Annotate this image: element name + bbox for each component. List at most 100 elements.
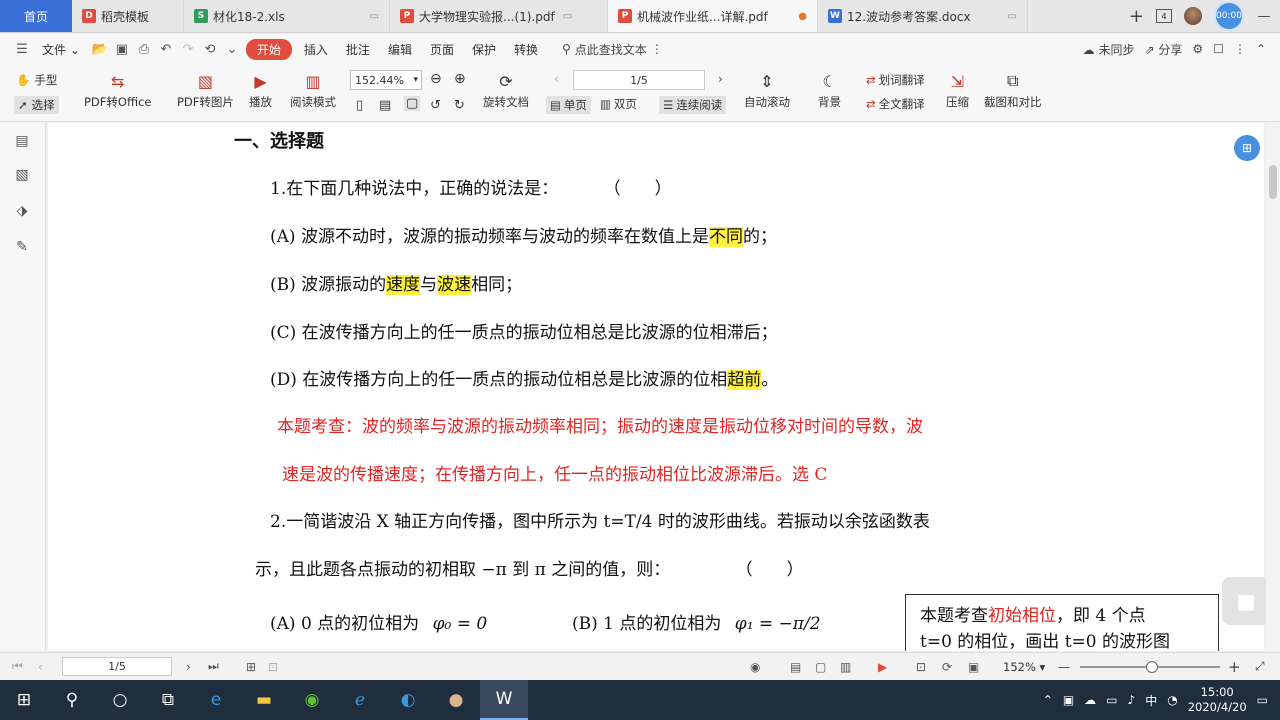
battery-icon[interactable]: ▭ [1106,693,1117,707]
convert-icon[interactable]: ⟲ [202,42,218,57]
settings-icon[interactable]: ⚙ [1192,42,1203,56]
annotation-icon[interactable]: ✎ [13,239,31,255]
next-page-icon[interactable]: › [186,660,191,674]
prev-page-icon[interactable]: ‹ [554,72,559,86]
book-view-icon[interactable]: ▥ [840,660,851,674]
insert-page-icon[interactable]: ⊡ [268,660,278,674]
ime-mode-icon[interactable]: ◔ [1167,693,1177,707]
redo-icon[interactable]: ↷ [180,42,196,57]
rotate-icon[interactable]: ⟳ [942,660,952,674]
avatar[interactable] [1184,7,1202,25]
play-button[interactable]: ▶ 播放 [249,70,272,110]
single-view-icon[interactable]: ▤ [790,660,801,674]
zoom-in-icon[interactable]: ⊕ [454,71,466,87]
next-page-icon[interactable]: › [718,72,723,86]
zoom-slider-knob[interactable] [1146,661,1158,673]
zoom-out-icon[interactable]: — [1058,660,1070,674]
read-mode-button[interactable]: ▥ 阅读模式 [290,70,336,110]
window-layout-icon[interactable]: 4 [1156,9,1172,23]
volume-icon[interactable]: ♪ [1128,693,1136,707]
screenshot-compare-button[interactable]: ⧉ 截图和对比 [984,70,1042,110]
save-icon[interactable]: ▣ [114,42,130,57]
tab-pdf-lab[interactable]: P 大学物理实验报...(1).pdf ▭ [390,0,608,32]
zoom-input[interactable]: 152.44% ▾ [350,70,422,90]
minimize-icon[interactable]: — [1256,9,1272,24]
fit-width-icon[interactable]: ▤ [379,98,391,113]
file-explorer-icon[interactable]: ▬ [240,680,288,720]
compress-button[interactable]: ⇲ 压缩 [946,70,969,110]
page-indicator[interactable]: 1/5 [573,70,705,90]
fit-page-icon[interactable]: ▯ [356,98,363,113]
full-translate-button[interactable]: ⇄ 全文翻译 [866,96,925,112]
pdf-to-office-button[interactable]: ⇆ PDF转Office [84,70,151,110]
collapse-icon[interactable]: ⌃ [1256,42,1266,56]
floating-tool-icon[interactable]: ⊞ [1234,135,1260,161]
new-tab-icon[interactable]: + [1129,6,1144,27]
floating-assistant-icon[interactable]: ◼ [1222,577,1270,625]
double-view-icon[interactable]: ▢ [815,660,826,674]
add-page-icon[interactable]: ⊞ [246,660,256,674]
hamburger-icon[interactable]: ☰ [14,42,30,57]
auto-scroll-button[interactable]: ⇕ 自动滚动 [744,70,790,110]
clock-badge[interactable]: 00:00 [1214,1,1244,31]
open-folder-icon[interactable]: 📂 [92,42,108,57]
menu-item-page[interactable]: 页面 [424,39,460,60]
zoom-in-icon[interactable]: + [1228,658,1241,676]
sync-button[interactable]: ☁ 未同步 [1083,41,1135,58]
rotate-right-icon[interactable]: ↻ [454,98,465,113]
menu-item-convert[interactable]: 转换 [508,39,544,60]
vertical-scrollbar[interactable] [1266,123,1280,651]
last-page-icon[interactable]: ⏭ [208,659,219,674]
fullscreen-icon[interactable]: ⤢ [1255,659,1265,674]
edge-icon[interactable]: e [192,680,240,720]
background-button[interactable]: ☾ 背景 [818,70,841,110]
pdf-to-image-button[interactable]: ▧ PDF转图片 [177,70,234,110]
single-page-button[interactable]: ▤ 单页 [546,96,591,114]
bookmark-icon[interactable]: ⬗ [13,203,31,219]
more-icon[interactable]: ⋮ [1234,42,1246,56]
taskbar-clock[interactable]: 15:00 2020/4/20 [1188,685,1247,715]
ime-indicator[interactable]: 中 [1145,692,1157,709]
double-page-button[interactable]: ▥ 双页 [600,96,637,112]
status-zoom[interactable]: 152% ▾ [1003,660,1045,674]
browser-360-icon[interactable]: ◉ [288,680,336,720]
search-command[interactable]: ⚲ 点此查找文本 ⋮ [562,41,663,58]
notification-icon[interactable]: ▭ [1257,693,1268,707]
outline-icon[interactable]: ▤ [13,133,31,149]
select-tool[interactable]: ➚ 选择 [14,96,59,114]
file-menu[interactable]: 文件 ⌄ [36,39,86,60]
tray-network-icon[interactable]: ☁ [1084,693,1096,707]
cortana-icon[interactable]: ○ [96,680,144,720]
status-page-input[interactable]: 1/5 [62,657,172,676]
zoom-slider[interactable] [1080,661,1220,673]
wps-icon[interactable]: W [480,680,528,720]
task-view-icon[interactable]: ⧉ [144,680,192,720]
rotate-doc-button[interactable]: ⟳ 旋转文档 [483,70,529,110]
play-icon[interactable]: ▶ [878,660,887,674]
tray-expand-icon[interactable]: ⌃ [1043,693,1053,707]
menu-item-protect[interactable]: 保护 [466,39,502,60]
photo-app-icon[interactable]: ● [432,680,480,720]
undo-icon[interactable]: ↶ [158,42,174,57]
print-icon[interactable]: ⎙ [136,42,152,57]
dropdown-icon[interactable]: ⌄ [224,42,240,57]
prev-page-icon[interactable]: ‹ [38,660,43,674]
qq-browser-icon[interactable]: ◐ [384,680,432,720]
windows-start-icon[interactable]: ⊞ [0,680,48,720]
search-icon[interactable]: ⚲ [48,680,96,720]
fit-icon[interactable]: ⊡ [916,660,926,674]
thumbnail-icon[interactable]: ▧ [13,167,31,183]
eye-icon[interactable]: ◉ [750,660,760,674]
continuous-read-button[interactable]: ☰ 连续阅读 [659,96,727,114]
word-translate-button[interactable]: ⇄ 划词翻译 [866,72,925,88]
tray-app-icon[interactable]: ▣ [1063,693,1074,707]
share-button[interactable]: ⇗ 分享 [1145,41,1183,58]
actual-size-icon[interactable]: ▢ [404,96,421,111]
tab-docer[interactable]: D 稻壳模板 [72,0,184,32]
tab-pdf-wave[interactable]: P 机械波作业纸...详解.pdf ● [608,0,818,32]
menu-item-edit[interactable]: 编辑 [382,39,418,60]
scroll-thumb[interactable] [1269,165,1277,199]
tab-home[interactable]: 首页 [0,0,72,32]
tab-word[interactable]: W 12.波动参考答案.docx ▭ [818,0,1028,32]
rotate-left-icon[interactable]: ↺ [430,98,441,113]
